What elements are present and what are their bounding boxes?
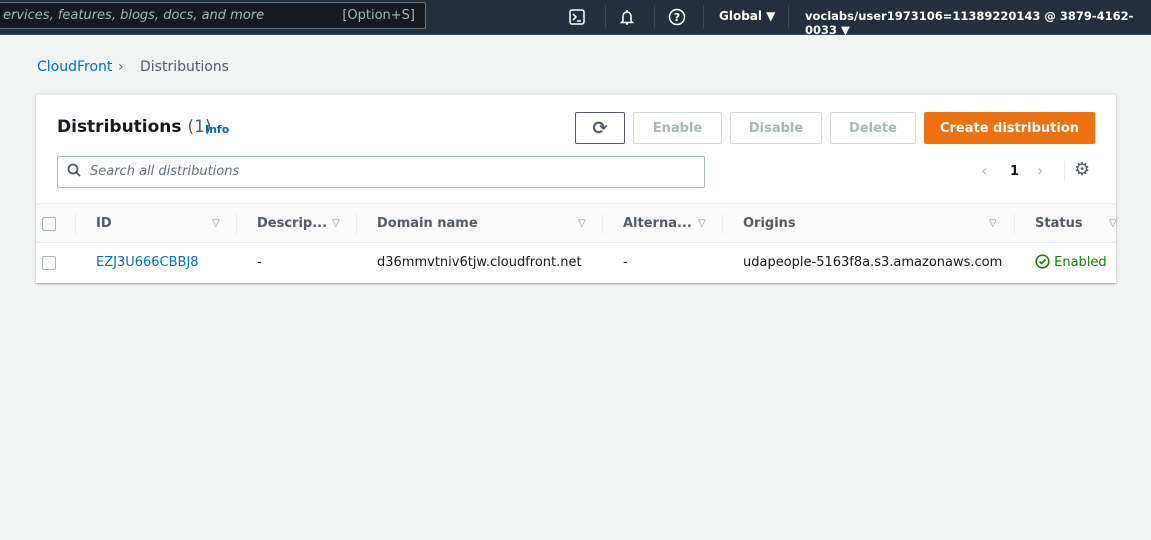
divider [1014,214,1015,234]
column-header-description[interactable]: Descrip... [257,204,327,244]
global-search-input[interactable]: ervices, features, blogs, docs, and more… [0,2,426,29]
title-text: Distributions [57,117,182,137]
previous-page-icon[interactable]: ‹ [981,161,987,180]
divider [703,5,704,29]
info-link[interactable]: Info [205,123,229,136]
breadcrumb-current: Distributions [140,59,229,75]
divider [788,5,789,29]
column-header-domain-name[interactable]: Domain name [377,204,478,244]
page-number[interactable]: 1 [1010,164,1019,179]
status-badge: Enabled [1035,243,1107,283]
region-selector[interactable]: Global ▼ [719,9,775,23]
divider [605,5,606,29]
table-row: EZJ3U666CBBJ8 - d36mmvtniv6tjw.cloudfron… [36,243,1116,283]
enable-button[interactable]: Enable [633,112,722,144]
cloudshell-icon[interactable] [567,7,587,27]
divider [654,5,655,29]
sort-icon[interactable]: ▽ [578,204,586,244]
refresh-button[interactable]: ⟳ [575,112,625,144]
svg-text:?: ? [674,11,680,24]
create-distribution-button[interactable]: Create distribution [924,112,1095,144]
alternate-domain-cell: - [623,255,628,270]
description-cell: - [257,255,262,270]
column-header-origins[interactable]: Origins [743,204,796,244]
distributions-panel: Distributions (1) Info ⟳ Enable Disable … [36,94,1117,283]
divider [75,214,76,234]
search-shortcut-hint: [Option+S] [342,8,415,23]
row-checkbox[interactable] [42,256,56,270]
sort-icon[interactable]: ▽ [1109,204,1117,244]
breadcrumb-chevron-icon: › [118,59,124,75]
check-circle-icon [1035,254,1050,269]
status-text: Enabled [1054,255,1107,270]
next-page-icon[interactable]: › [1037,161,1043,180]
account-menu[interactable]: voclabs/user1973106=11389220143 @ 3879-4… [805,9,1151,37]
sort-icon[interactable]: ▽ [212,204,220,244]
top-navigation-bar: ervices, features, blogs, docs, and more… [0,0,1151,37]
page-title: Distributions (1) [57,117,212,137]
sort-icon[interactable]: ▽ [989,204,997,244]
distribution-id-link[interactable]: EZJ3U666CBBJ8 [96,243,199,283]
origins-cell: udapeople-5163f8a.s3.amazonaws.com [743,255,1003,270]
search-icon [67,157,81,187]
refresh-icon: ⟳ [592,117,608,139]
column-header-status[interactable]: Status [1035,204,1083,244]
divider [722,214,723,234]
settings-gear-icon[interactable]: ⚙ [1074,159,1090,180]
notifications-bell-icon[interactable] [617,7,637,27]
global-search-placeholder: ervices, features, blogs, docs, and more [3,8,265,23]
divider [236,214,237,234]
column-header-alternate-domain[interactable]: Alterna... [623,204,692,244]
disable-button[interactable]: Disable [730,112,822,144]
divider [1064,161,1065,181]
sort-icon[interactable]: ▽ [698,204,706,244]
divider [602,214,603,234]
search-placeholder: Search all distributions [90,164,240,179]
search-distributions-input[interactable]: Search all distributions [57,156,705,188]
delete-button[interactable]: Delete [830,112,916,144]
column-header-id[interactable]: ID [96,204,112,244]
table-header: ID ▽ Descrip... ▽ Domain name ▽ Alterna.… [36,203,1117,244]
sort-icon[interactable]: ▽ [332,204,340,244]
help-icon[interactable]: ? [667,7,687,27]
select-all-checkbox[interactable] [42,217,56,231]
divider [356,214,357,234]
breadcrumb-cloudfront[interactable]: CloudFront [37,59,112,75]
domain-name-cell: d36mmvtniv6tjw.cloudfront.net [377,255,582,270]
